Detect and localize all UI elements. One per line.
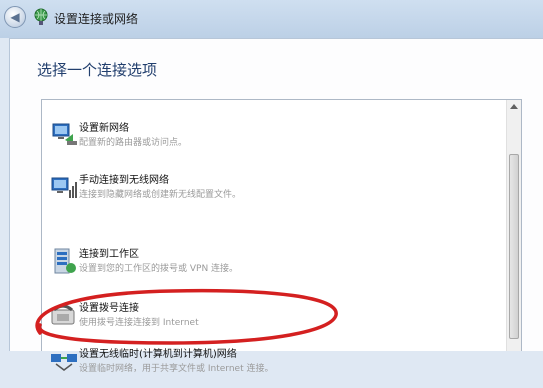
- option-manual-wireless[interactable]: 手动连接到无线网络 连接到隐藏网络或创建新无线配置文件。: [42, 162, 502, 214]
- back-arrow-icon: ◀: [10, 10, 20, 24]
- network-globe-icon: [34, 8, 48, 25]
- workplace-icon: [54, 248, 76, 274]
- option-description: 设置临时网络，用于共享文件或 Internet 连接。: [79, 364, 274, 374]
- option-new-network[interactable]: 设置新网络 配置新的路由器或访问点。: [42, 110, 502, 162]
- red-circle-annotation: [35, 288, 338, 345]
- option-description: 连接到隐藏网络或创建新无线配置文件。: [79, 190, 242, 200]
- page-heading: 选择一个连接选项: [37, 61, 158, 79]
- back-button[interactable]: ◀: [4, 6, 26, 28]
- window-title: 设置连接或网络: [54, 12, 139, 26]
- option-title: 设置新网络: [79, 123, 129, 134]
- option-description: 设置到您的工作区的拨号或 VPN 连接。: [79, 264, 239, 274]
- option-title: 手动连接到无线网络: [79, 175, 169, 186]
- option-title: 设置无线临时(计算机到计算机)网络: [79, 349, 237, 360]
- title-bar: ◀ 设置连接或网络: [0, 0, 543, 38]
- new-network-icon: [52, 123, 77, 145]
- option-workplace[interactable]: 连接到工作区 设置到您的工作区的拨号或 VPN 连接。: [42, 236, 502, 288]
- adhoc-network-icon: [51, 354, 77, 371]
- wireless-manual-icon: [51, 177, 77, 198]
- option-title: 连接到工作区: [79, 249, 139, 260]
- scroll-up-icon[interactable]: [510, 104, 518, 109]
- scroll-thumb[interactable]: [509, 154, 519, 339]
- vertical-scrollbar[interactable]: [506, 100, 521, 351]
- option-description: 配置新的路由器或访问点。: [79, 138, 188, 148]
